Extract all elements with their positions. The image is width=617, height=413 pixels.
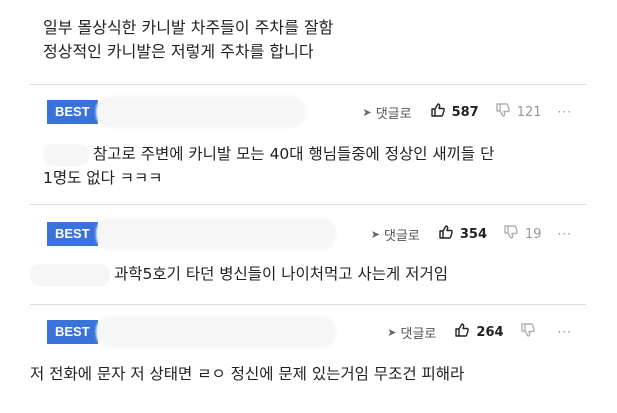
send-arrow-icon: ➤ [387, 325, 397, 339]
comment-item: BEST ➤ 댓글로 354 19 ··· 과학5호기 타던 병신들이 나이처먹… [30, 218, 586, 286]
divider [30, 84, 586, 85]
comment-item: BEST ➤ 댓글로 264 ··· 저 전화에 문자 저 상태면 ㄹㅇ 정신에… [30, 316, 586, 386]
like-button[interactable]: 264 [454, 322, 504, 342]
best-badge: BEST [47, 320, 98, 344]
more-dots-icon[interactable]: ··· [558, 227, 572, 241]
more-dots-icon[interactable]: ··· [558, 325, 572, 339]
like-count: 354 [459, 226, 487, 242]
best-badge: BEST [47, 222, 98, 246]
comment-text: 참고로 주변에 카니발 모는 40대 행님들중에 정상인 새끼들 단 1명도 없… [30, 142, 586, 190]
reply-button[interactable]: ➤ 댓글로 [371, 225, 420, 244]
comment-text-line: 1명도 없다 ㅋㅋㅋ [43, 169, 163, 187]
dislike-count: 19 [525, 226, 542, 242]
reply-label: 댓글로 [383, 228, 420, 244]
comment-text-content: 과학5호기 타던 병신들이 나이처먹고 사는게 저거임 [114, 265, 448, 283]
thumbs-up-icon [454, 322, 470, 342]
post-body: 일부 몰상식한 카니발 차주들이 주차를 잘함 정상적인 카니발은 저렇게 주차… [43, 16, 583, 64]
more-dots-icon[interactable]: ··· [558, 105, 572, 119]
like-button[interactable]: 354 [438, 224, 487, 244]
comment-meta: BEST ➤ 댓글로 354 19 ··· [30, 218, 586, 250]
comment-meta: BEST ➤ 댓글로 264 ··· [30, 316, 586, 348]
comment-text-line: 참고로 주변에 카니발 모는 40대 행님들중에 정상인 새끼들 단 [43, 142, 586, 166]
post-text-line: 정상적인 카니발은 저렇게 주차를 합니다 [43, 42, 314, 61]
comment-text-content: 참고로 주변에 카니발 모는 40대 행님들중에 정상인 새끼들 단 [93, 145, 495, 163]
comment-meta: BEST ➤ 댓글로 587 121 ··· [30, 96, 586, 128]
dislike-count: 121 [516, 104, 542, 120]
thumbs-down-icon [503, 224, 519, 244]
thumbs-up-icon [430, 102, 446, 122]
reply-button[interactable]: ➤ 댓글로 [387, 323, 436, 342]
mention-redacted [43, 143, 89, 166]
comment-item: BEST ➤ 댓글로 587 121 ··· 참고로 주변에 카니발 모는 40… [30, 96, 586, 190]
divider [30, 304, 586, 305]
divider [30, 204, 586, 205]
send-arrow-icon: ➤ [370, 227, 380, 241]
comment-actions: ➤ 댓글로 587 121 ··· [362, 100, 572, 124]
comment-text: 저 전화에 문자 저 상태면 ㄹㅇ 정신에 문제 있는거임 무조건 피해라 [30, 362, 586, 386]
comment-actions: ➤ 댓글로 354 19 ··· [371, 222, 572, 246]
reply-label: 댓글로 [400, 326, 437, 342]
thumbs-up-icon [438, 224, 454, 244]
reply-label: 댓글로 [375, 106, 412, 122]
send-arrow-icon: ➤ [362, 105, 372, 119]
author-redacted [96, 218, 336, 250]
comment-actions: ➤ 댓글로 264 ··· [387, 320, 572, 344]
post-text-line: 일부 몰상식한 카니발 차주들이 주차를 잘함 [43, 18, 334, 37]
comment-page: 일부 몰상식한 카니발 차주들이 주차를 잘함 정상적인 카니발은 저렇게 주차… [0, 0, 617, 413]
dislike-button[interactable]: 121 [495, 102, 542, 122]
author-redacted [96, 96, 306, 128]
dislike-button[interactable] [520, 322, 542, 342]
reply-button[interactable]: ➤ 댓글로 [362, 103, 411, 122]
like-count: 587 [451, 104, 479, 120]
comment-text-line: 과학5호기 타던 병신들이 나이처먹고 사는게 저거임 [30, 262, 586, 286]
comment-text: 과학5호기 타던 병신들이 나이처먹고 사는게 저거임 [30, 262, 586, 286]
like-button[interactable]: 587 [430, 102, 479, 122]
mention-redacted [30, 263, 110, 286]
like-count: 264 [476, 324, 504, 340]
best-badge: BEST [47, 100, 98, 124]
thumbs-down-icon [495, 102, 511, 122]
thumbs-down-icon [520, 322, 536, 342]
dislike-button[interactable]: 19 [503, 224, 542, 244]
comment-text-line: 저 전화에 문자 저 상태면 ㄹㅇ 정신에 문제 있는거임 무조건 피해라 [30, 365, 465, 383]
author-redacted [96, 316, 336, 348]
